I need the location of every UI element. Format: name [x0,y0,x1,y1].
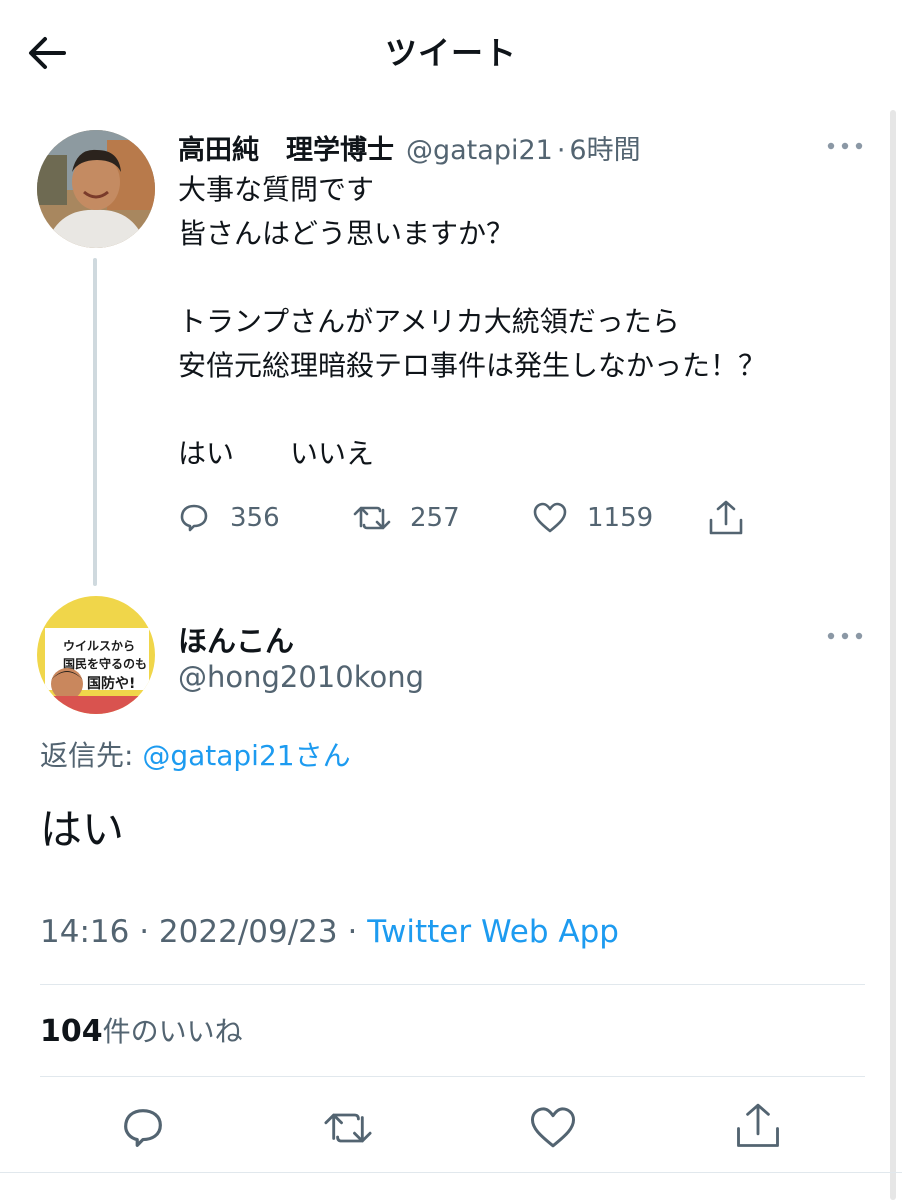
like-summary-label: 件のいいね [102,1015,243,1048]
meta-separator: · [139,914,159,950]
like-count: 1159 [587,503,654,533]
avatar-book-text-1: ウイルスから [63,639,135,653]
thread-connector-line [93,258,97,586]
like-summary-count: 104 [40,1014,103,1049]
retweet-icon [324,1113,372,1143]
divider [40,984,865,985]
tweet-body: 大事な質問です 皆さんはどう思いますか？ トランプさんがアメリカ大統領だったら … [178,168,766,476]
tweet-line: 大事な質問です [178,173,375,206]
reply-bubble-icon [124,1109,162,1147]
tweet-header: 高田純 理学博士 @gatapi21 · 6時間 [178,128,641,167]
like-button[interactable]: 1159 [531,500,653,536]
avatar-book-text-3: 国防や! [87,675,135,692]
tweet-line: 皆さんはどう思いますか？ [178,217,515,250]
tweet-line: はい いいえ [178,437,375,470]
share-upload-icon [737,1103,779,1147]
scrollbar[interactable] [890,110,896,1200]
heart-icon [533,502,567,533]
retweet-count: 257 [410,503,460,533]
like-summary[interactable]: 104件のいいね [40,1010,243,1050]
page-title: ツイート [384,34,517,72]
retweet-button[interactable]: 257 [352,500,460,536]
replying-to-handle-link[interactable]: @gatapi21 [142,739,294,772]
replying-to: 返信先: @gatapi21さん [40,734,351,774]
tweet-source-link[interactable]: Twitter Web App [367,914,619,950]
more-dots-icon [827,142,863,150]
avatar-book-text-2: 国民を守るのも [63,656,147,671]
more-dots-icon [827,632,863,640]
tweet-time: 14:16 [40,914,130,950]
replying-to-suffix[interactable]: さん [295,739,351,772]
bottom-retweet-button[interactable] [322,1102,374,1154]
avatar-honkon[interactable]: ウイルスから 国民を守るのも 国防や! [37,596,155,714]
reply-bubble-icon [180,504,208,532]
tweet-time-ago[interactable]: 6時間 [569,128,640,167]
avatar-takada[interactable] [37,130,155,248]
tweet-date: 2022/09/23 [158,914,338,950]
bottom-divider [0,1172,902,1173]
reply-author-handle[interactable]: @hong2010kong [178,660,424,694]
author-name[interactable]: 高田純 理学博士 [178,128,394,167]
heart-icon [530,1107,576,1148]
reply-author-name[interactable]: ほんこん [178,618,294,660]
meta-separator: · [347,914,368,950]
author-handle[interactable]: @gatapi21 [406,135,553,166]
reply-count: 356 [230,503,280,533]
tweet-line: 安倍元総理暗殺テロ事件は発生しなかった！？ [178,349,767,382]
tweet-meta: 14:16 · 2022/09/23 · Twitter Web App [40,914,619,950]
bottom-share-button[interactable] [732,1100,784,1152]
reply-button[interactable]: 356 [176,500,280,536]
reply-text: はい [40,805,125,854]
retweet-icon [353,506,391,530]
bottom-like-button[interactable] [527,1102,579,1154]
divider [40,1076,865,1077]
share-upload-icon [709,500,743,535]
tweet-line: トランプさんがアメリカ大統領だったら [178,305,680,338]
separator-dot: · [556,135,566,166]
bottom-reply-button[interactable] [117,1102,169,1154]
more-options-button[interactable] [825,136,865,156]
replying-to-prefix: 返信先: [40,739,143,772]
reply-more-options-button[interactable] [825,626,865,646]
share-button[interactable] [706,498,746,538]
